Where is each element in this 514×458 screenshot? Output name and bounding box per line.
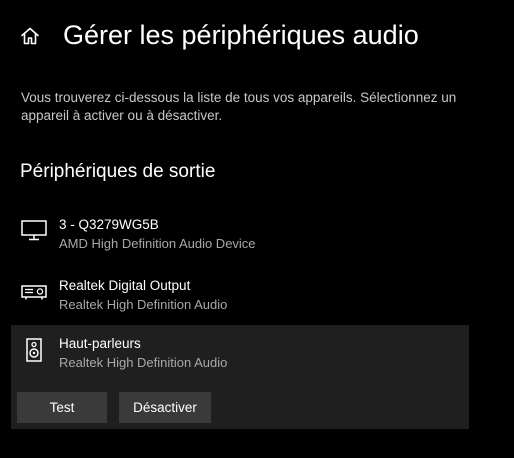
digital-output-icon	[21, 280, 47, 302]
monitor-icon	[21, 219, 47, 241]
device-driver: Realtek High Definition Audio	[59, 355, 228, 370]
device-name: Haut-parleurs	[59, 336, 141, 351]
output-devices-heading: Périphériques de sortie	[20, 161, 216, 182]
header: Gérer les périphériques audio	[0, 0, 514, 72]
deactivate-button[interactable]: Désactiver	[119, 392, 211, 423]
test-button[interactable]: Test	[17, 392, 107, 423]
page-description: Vous trouverez ci-dessous la liste de to…	[21, 90, 457, 123]
device-item-digital-output[interactable]: Realtek Digital Output Realtek High Defi…	[11, 267, 469, 325]
device-driver: AMD High Definition Audio Device	[59, 236, 256, 251]
device-item-monitor[interactable]: 3 - Q3279WG5B AMD High Definition Audio …	[11, 206, 469, 264]
device-name: Realtek Digital Output	[59, 278, 191, 293]
page-title: Gérer les périphériques audio	[63, 20, 419, 50]
home-icon[interactable]	[20, 26, 40, 46]
device-item-speakers[interactable]: Haut-parleurs Realtek High Definition Au…	[11, 325, 469, 429]
device-name: 3 - Q3279WG5B	[59, 217, 159, 232]
device-driver: Realtek High Definition Audio	[59, 297, 228, 312]
speaker-icon	[21, 338, 47, 362]
